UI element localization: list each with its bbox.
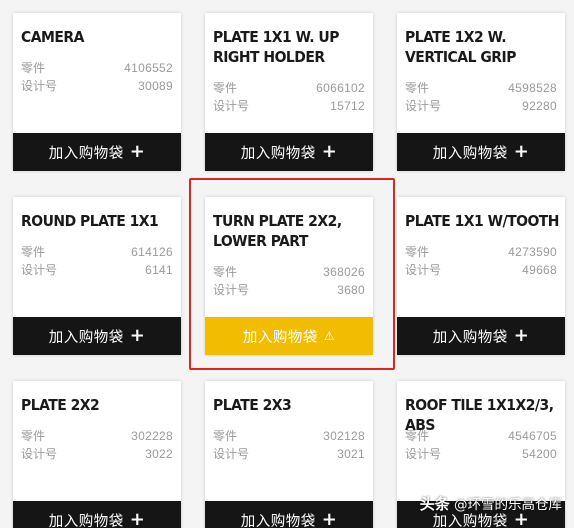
design-number: 49668 [522,263,557,277]
product-meta: 零件 4106552 设计号 30089 [21,59,173,95]
product-meta: 零件 6066102 设计号 15712 [213,79,365,115]
product-meta: 零件 4273590 设计号 49668 [405,243,557,279]
watermark-prefix: 头条 [419,495,450,513]
part-label: 零件 [405,245,430,259]
design-label: 设计号 [213,99,250,113]
add-to-bag-label: 加入购物袋 [48,145,124,162]
add-to-bag-label: 加入购物袋 [432,329,508,346]
product-meta: 零件 4598528 设计号 92280 [405,79,557,115]
add-to-bag-label: 加入购物袋 [240,513,316,528]
part-number: 4106552 [124,61,173,75]
design-number: 92280 [522,99,557,113]
design-number: 15712 [330,99,365,113]
add-to-bag-button[interactable]: 加入购物袋 + [13,317,181,355]
part-label: 零件 [405,81,430,95]
watermark: 头条 @环雪的乐高仓库 [420,493,562,514]
product-card: CAMERA 零件 4106552 设计号 30089 加入购物袋 + [13,13,181,171]
design-label: 设计号 [21,79,58,93]
part-label: 零件 [405,429,430,443]
design-label: 设计号 [405,99,442,113]
part-label: 零件 [21,429,46,443]
part-label: 零件 [213,429,238,443]
part-label: 零件 [21,61,46,75]
product-title: PLATE 1X2 W. VERTICAL GRIP [405,28,516,66]
product-title: ROUND PLATE 1X1 [21,212,159,230]
design-label: 设计号 [405,447,442,461]
selection-highlight-box [189,178,395,370]
part-number: 302128 [323,429,365,443]
add-to-bag-label: 加入购物袋 [48,513,124,528]
design-label: 设计号 [21,263,58,277]
product-title: PLATE 2X2 [21,396,100,414]
add-to-bag-button[interactable]: 加入购物袋 + [205,133,373,171]
plus-icon: + [129,325,146,346]
product-card: PLATE 2X3 零件 302128 设计号 3021 加入购物袋 + [205,381,373,528]
add-to-bag-button[interactable]: 加入购物袋 + [397,317,565,355]
part-number: 4273590 [508,245,557,259]
part-label: 零件 [213,81,238,95]
product-grid: CAMERA 零件 4106552 设计号 30089 加入购物袋 + PLATE 1… [0,0,574,528]
watermark-handle: @环雪的乐高仓库 [454,497,562,513]
add-to-bag-button[interactable]: 加入购物袋 + [13,501,181,528]
product-card: ROUND PLATE 1X1 零件 614126 设计号 6141 加入购物袋 + [13,197,181,355]
part-number: 614126 [131,245,173,259]
add-to-bag-label: 加入购物袋 [48,329,124,346]
part-label: 零件 [21,245,46,259]
product-title: PLATE 1X1 W/TOOTH [405,212,559,230]
product-meta: 零件 614126 设计号 6141 [21,243,173,279]
product-meta: 零件 302228 设计号 3022 [21,427,173,463]
product-title: CAMERA [21,28,84,46]
plus-icon: + [129,141,146,162]
product-meta: 零件 302128 设计号 3021 [213,427,365,463]
design-number: 3021 [337,447,365,461]
plus-icon: + [321,141,338,162]
product-meta: 零件 4546705 设计号 54200 [405,427,557,463]
product-title: PLATE 2X3 [213,396,292,414]
design-number: 3022 [145,447,173,461]
design-label: 设计号 [405,263,442,277]
plus-icon: + [321,509,338,528]
part-number: 4546705 [508,429,557,443]
product-card: PLATE 1X2 W. VERTICAL GRIP 零件 4598528 设计号… [397,13,565,171]
product-card: PLATE 1X1 W/TOOTH 零件 4273590 设计号 49668 加入购… [397,197,565,355]
design-number: 54200 [522,447,557,461]
plus-icon: + [129,509,146,528]
add-to-bag-button[interactable]: 加入购物袋 + [397,133,565,171]
part-number: 302228 [131,429,173,443]
plus-icon: + [513,325,530,346]
add-to-bag-button[interactable]: 加入购物袋 + [205,501,373,528]
plus-icon: + [513,141,530,162]
part-number: 6066102 [316,81,365,95]
design-label: 设计号 [21,447,58,461]
part-number: 4598528 [508,81,557,95]
product-card: PLATE 2X2 零件 302228 设计号 3022 加入购物袋 + [13,381,181,528]
design-label: 设计号 [213,447,250,461]
design-number: 6141 [145,263,173,277]
add-to-bag-label: 加入购物袋 [432,145,508,162]
product-card: PLATE 1X1 W. UP RIGHT HOLDER 零件 6066102 设… [205,13,373,171]
design-number: 30089 [138,79,173,93]
add-to-bag-label: 加入购物袋 [240,145,316,162]
add-to-bag-button[interactable]: 加入购物袋 + [13,133,181,171]
product-title: PLATE 1X1 W. UP RIGHT HOLDER [213,28,339,66]
